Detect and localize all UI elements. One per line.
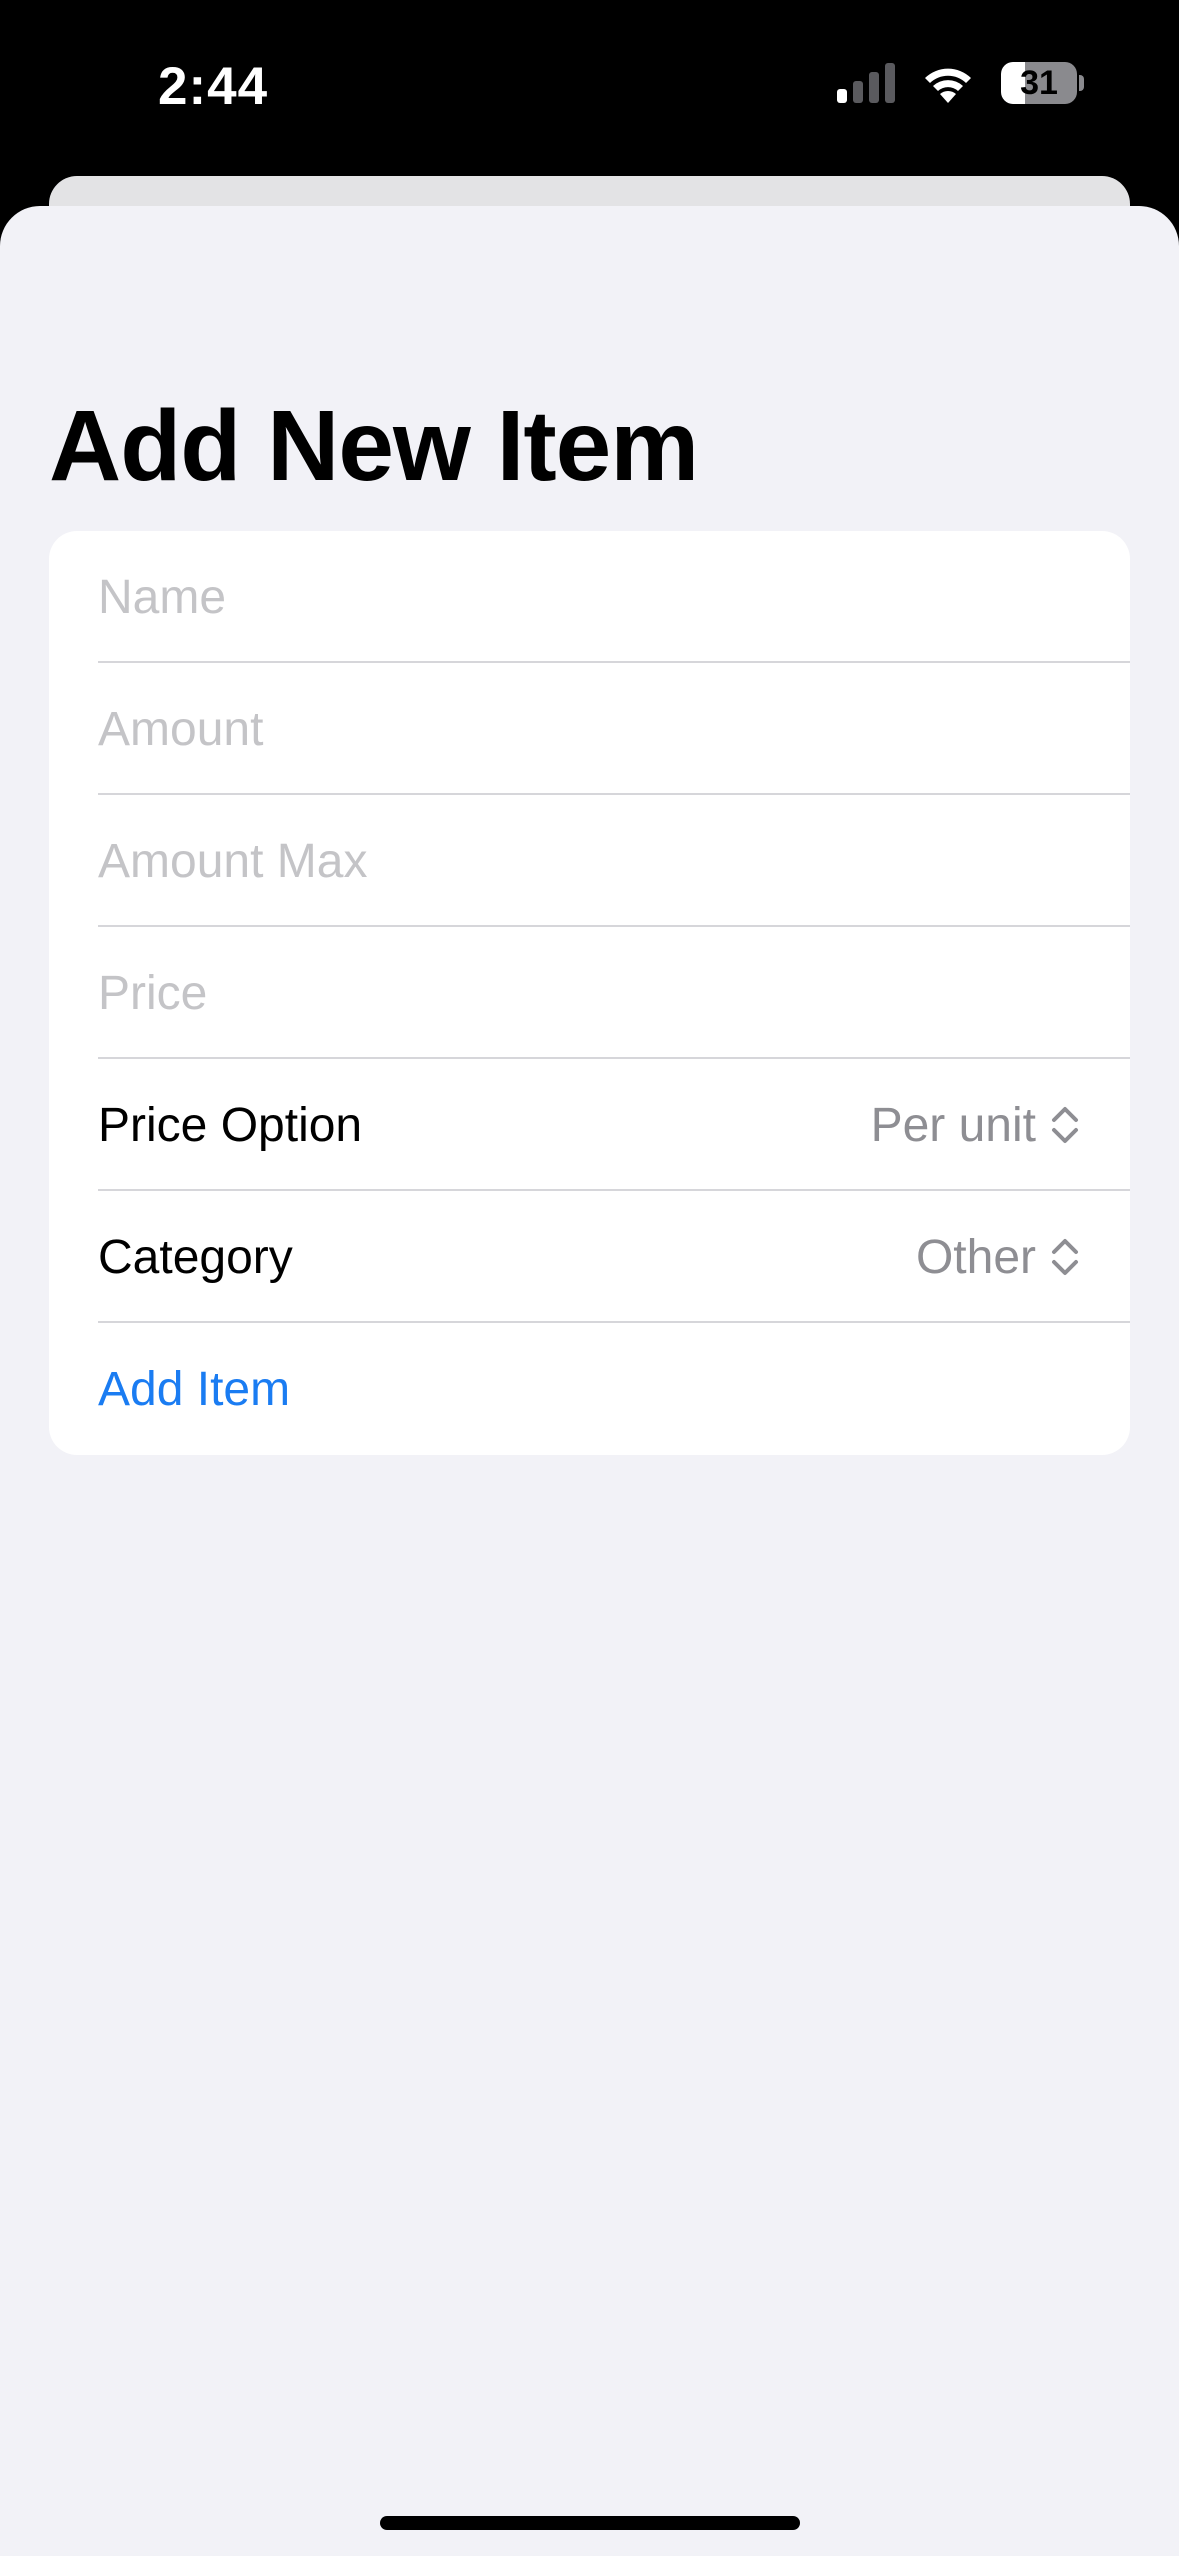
price-option-value: Per unit — [870, 1098, 1036, 1152]
add-item-sheet: Add New Item Price Option Per unit — [0, 206, 1179, 2556]
amount-field[interactable] — [98, 701, 1080, 757]
category-picker[interactable]: Other — [916, 1230, 1080, 1285]
price-option-picker[interactable]: Per unit — [871, 1098, 1080, 1153]
chevron-updown-icon — [1050, 1236, 1080, 1278]
amount-row — [49, 663, 1130, 795]
chevron-updown-icon — [1050, 1104, 1080, 1146]
battery-body: 31 — [1001, 62, 1077, 104]
amount-max-row — [49, 795, 1130, 927]
name-row — [49, 531, 1130, 663]
status-bar: 2:44 31 — [0, 0, 1179, 175]
price-option-label: Price Option — [98, 1098, 363, 1152]
add-item-button[interactable]: Add Item — [98, 1362, 290, 1417]
add-item-row: Add Item — [49, 1323, 1130, 1455]
form-card: Price Option Per unit Category Other — [49, 531, 1130, 1455]
category-value: Other — [915, 1230, 1036, 1284]
status-icons: 31 — [837, 62, 1084, 104]
price-row — [49, 927, 1130, 1059]
name-field[interactable] — [98, 569, 1080, 625]
battery-level: 31 — [1020, 64, 1058, 102]
page-title: Add New Item — [49, 390, 699, 502]
cellular-signal-icon — [837, 63, 895, 103]
status-time: 2:44 — [158, 57, 269, 116]
category-row: Category Other — [49, 1191, 1130, 1323]
price-field[interactable] — [98, 965, 1080, 1021]
battery-icon: 31 — [1001, 62, 1084, 104]
price-option-row: Price Option Per unit — [49, 1059, 1130, 1191]
home-indicator[interactable] — [380, 2516, 800, 2530]
wifi-icon — [921, 63, 975, 103]
amount-max-field[interactable] — [98, 833, 1080, 889]
battery-tip — [1079, 75, 1084, 91]
category-label: Category — [98, 1230, 293, 1284]
